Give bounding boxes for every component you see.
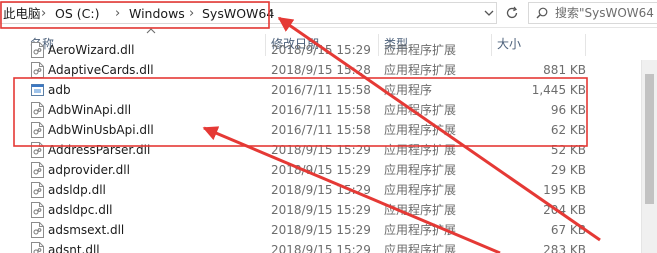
- file-name: adprovider.dll: [48, 163, 130, 177]
- address-bar[interactable]: 此电脑 › OS (C:) › Windows › SysWOW64 ›: [0, 2, 497, 24]
- breadcrumb-separator-icon[interactable]: ›: [189, 5, 194, 23]
- file-row[interactable]: adprovider.dll 2018/9/15 15:29 应用程序扩展 29…: [0, 160, 600, 180]
- file-date: 2018/9/15 15:29: [271, 43, 371, 57]
- chevron-down-icon[interactable]: [478, 2, 500, 24]
- file-name: AdbWinUsbApi.dll: [48, 123, 154, 137]
- breadcrumb-os-drive[interactable]: OS (C:): [55, 5, 99, 23]
- file-name: AdaptiveCards.dll: [48, 63, 154, 77]
- file-size: 283 KB: [543, 243, 586, 253]
- file-type: 应用程序扩展: [384, 243, 457, 253]
- file-row[interactable]: adb 2016/7/11 15:58 应用程序 1,445 KB: [0, 80, 600, 100]
- file-row[interactable]: AdbWinApi.dll 2016/7/11 15:58 应用程序扩展 96 …: [0, 100, 600, 120]
- dll-file-icon: [31, 62, 44, 78]
- file-date: 2016/7/11 15:58: [271, 103, 371, 117]
- file-type: 应用程序扩展: [384, 143, 457, 157]
- file-type: 应用程序扩展: [384, 43, 457, 57]
- file-name: adsmsext.dll: [48, 223, 125, 237]
- file-date: 2018/9/15 15:29: [271, 243, 371, 253]
- file-date: 2018/9/15 15:29: [271, 143, 371, 157]
- scrollbar-thumb[interactable]: [645, 74, 654, 204]
- file-row[interactable]: AddressParser.dll 2018/9/15 15:29 应用程序扩展…: [0, 140, 600, 160]
- dll-file-icon: [31, 222, 44, 238]
- breadcrumb-windows[interactable]: Windows: [129, 5, 185, 23]
- file-type: 应用程序扩展: [384, 203, 457, 217]
- breadcrumb-separator-icon[interactable]: ›: [115, 5, 120, 23]
- file-name: adsldpc.dll: [48, 203, 113, 217]
- search-input[interactable]: [555, 5, 655, 21]
- file-name: adb: [48, 83, 71, 97]
- exe-file-icon: [31, 84, 44, 96]
- file-date: 2016/7/11 15:58: [271, 123, 371, 137]
- dll-file-icon: [31, 102, 44, 118]
- breadcrumb-separator-icon[interactable]: ›: [41, 5, 46, 23]
- file-size: 29 KB: [550, 163, 586, 177]
- file-name: AdbWinApi.dll: [48, 103, 132, 117]
- file-row[interactable]: AdaptiveCards.dll 2018/9/15 15:28 应用程序扩展…: [0, 60, 600, 80]
- vertical-scrollbar[interactable]: [641, 60, 657, 253]
- file-date: 2018/9/15 15:29: [271, 203, 371, 217]
- file-name: AddressParser.dll: [48, 143, 151, 157]
- file-name: adsnt.dll: [48, 243, 100, 253]
- dll-file-icon: [31, 142, 44, 158]
- file-size: 96 KB: [550, 103, 586, 117]
- dll-file-icon: [31, 242, 44, 253]
- file-type: 应用程序扩展: [384, 63, 457, 77]
- file-date: 2018/9/15 15:28: [271, 63, 371, 77]
- dll-file-icon: [31, 202, 44, 218]
- file-size: 204 KB: [543, 203, 586, 217]
- address-toolbar: 此电脑 › OS (C:) › Windows › SysWOW64 ›: [0, 0, 657, 28]
- file-type: 应用程序扩展: [384, 103, 457, 117]
- sort-ascending-icon: [146, 28, 156, 37]
- file-type: 应用程序扩展: [384, 183, 457, 197]
- breadcrumb-this-pc[interactable]: 此电脑: [3, 5, 41, 23]
- file-size: 67 KB: [550, 223, 586, 237]
- file-date: 2018/9/15 15:29: [271, 183, 371, 197]
- file-size: 52 KB: [550, 143, 586, 157]
- breadcrumb-separator-icon[interactable]: ›: [269, 5, 274, 23]
- file-type: 应用程序扩展: [384, 163, 457, 177]
- file-date: 2018/9/15 15:29: [271, 223, 371, 237]
- dll-file-icon: [31, 42, 44, 58]
- search-icon[interactable]: [536, 7, 548, 19]
- dll-file-icon: [31, 182, 44, 198]
- file-date: 2018/9/15 15:29: [271, 163, 371, 177]
- file-type: 应用程序扩展: [384, 123, 457, 137]
- file-size: 881 KB: [543, 63, 586, 77]
- file-row[interactable]: AdbWinUsbApi.dll 2016/7/11 15:58 应用程序扩展 …: [0, 120, 600, 140]
- file-row[interactable]: AeroWizard.dll 2018/9/15 15:29 应用程序扩展: [0, 40, 600, 60]
- file-list: AeroWizard.dll 2018/9/15 15:29 应用程序扩展 Ad…: [0, 40, 657, 253]
- file-row[interactable]: adsldp.dll 2018/9/15 15:29 应用程序扩展 195 KB: [0, 180, 600, 200]
- file-date: 2016/7/11 15:58: [271, 83, 371, 97]
- file-type: 应用程序扩展: [384, 223, 457, 237]
- file-size: 1,445 KB: [531, 83, 586, 97]
- search-box[interactable]: [528, 2, 657, 24]
- file-name: AeroWizard.dll: [48, 43, 135, 57]
- file-row[interactable]: adsmsext.dll 2018/9/15 15:29 应用程序扩展 67 K…: [0, 220, 600, 240]
- file-type: 应用程序: [384, 83, 433, 97]
- dll-file-icon: [31, 162, 44, 178]
- file-row[interactable]: adsnt.dll 2018/9/15 15:29 应用程序扩展 283 KB: [0, 240, 600, 253]
- dll-file-icon: [31, 122, 44, 138]
- file-name: adsldp.dll: [48, 183, 106, 197]
- file-size: 62 KB: [550, 123, 586, 137]
- file-row[interactable]: adsldpc.dll 2018/9/15 15:29 应用程序扩展 204 K…: [0, 200, 600, 220]
- breadcrumb-syswow64[interactable]: SysWOW64: [202, 5, 274, 23]
- refresh-icon[interactable]: [501, 2, 523, 24]
- file-size: 195 KB: [543, 183, 586, 197]
